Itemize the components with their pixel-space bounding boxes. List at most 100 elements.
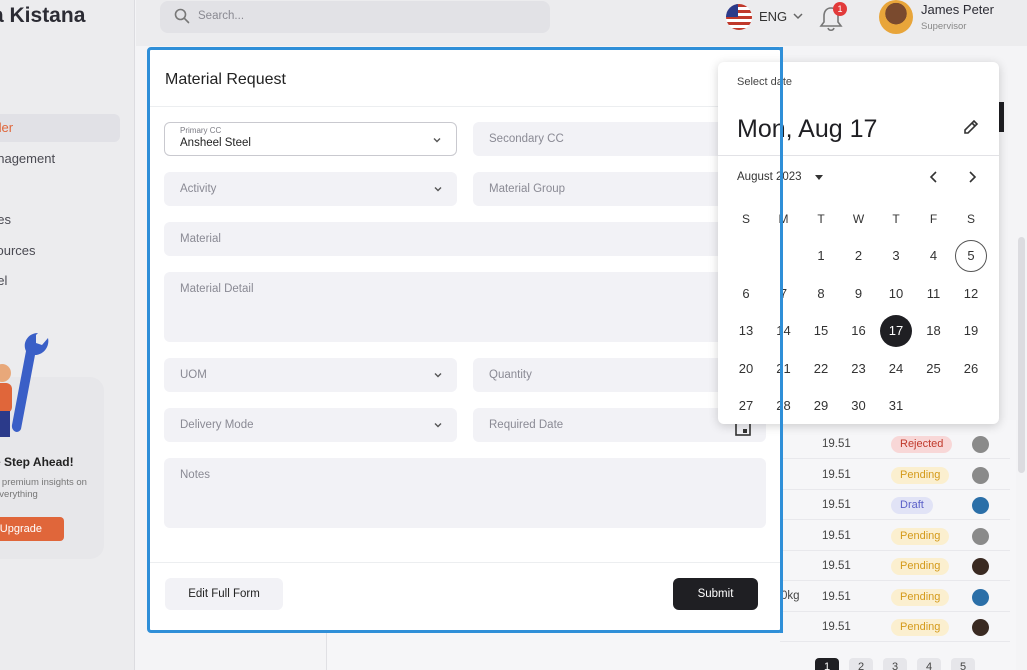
language-selector[interactable]: ENG [759, 9, 787, 24]
calendar-day[interactable]: 20 [730, 353, 762, 385]
status-badge: Pending [891, 588, 950, 606]
calendar-day[interactable]: 3 [880, 240, 912, 272]
sidebar-item-channel[interactable]: nel [0, 267, 7, 295]
table-cell-value: 19.51 [822, 468, 851, 481]
avatar[interactable] [879, 0, 913, 34]
uom-placeholder: UOM [180, 369, 207, 381]
weekday-label: W [852, 212, 865, 226]
calendar-day[interactable]: 9 [843, 278, 875, 310]
calendar-day[interactable]: 26 [955, 353, 987, 385]
pencil-icon[interactable] [962, 118, 980, 136]
table-cell-value: 19.51 [822, 621, 851, 633]
table-row[interactable]: 19.51 Pending [780, 460, 1010, 490]
table-row[interactable]: 19.51 Pending [780, 551, 1010, 581]
primary-cc-value: Ansheel Steel [180, 137, 251, 149]
table-row[interactable]: 19.51 Draft [780, 490, 1010, 520]
month-year-selector[interactable]: August 2023 [737, 171, 802, 183]
date-picker-label: Select date [737, 76, 793, 88]
activity-select[interactable]: Activity [164, 172, 457, 206]
selected-date-display: Mon, Aug 17 [737, 115, 878, 143]
table-cell-value: 19.51 [822, 560, 851, 572]
calendar-day[interactable]: 7 [768, 278, 800, 310]
sidebar-item-resources[interactable]: sources [0, 237, 36, 265]
calendar-day[interactable]: 21 [768, 353, 800, 385]
modal-title: Material Request [165, 71, 286, 88]
sidebar-item-pages[interactable]: ges [0, 206, 11, 234]
calendar-day[interactable]: 25 [918, 353, 950, 385]
calendar-day[interactable]: 14 [768, 315, 800, 347]
table-row[interactable]: 19.51 Pending [780, 612, 1010, 642]
caret-down-icon[interactable] [815, 175, 823, 181]
calendar-day[interactable]: 1 [805, 240, 837, 272]
calendar-day[interactable]: 8 [805, 278, 837, 310]
edit-full-form-button[interactable]: Edit Full Form [165, 578, 283, 610]
sidebar-item-order[interactable]: rder [0, 114, 120, 142]
calendar-day[interactable]: 16 [843, 315, 875, 347]
quantity-placeholder: Quantity [489, 369, 532, 381]
page-button[interactable]: 2 [849, 658, 873, 670]
calendar-day[interactable]: 24 [880, 353, 912, 385]
avatar[interactable] [972, 527, 989, 545]
chevron-down-icon[interactable] [792, 10, 804, 22]
submit-button[interactable]: Submit [673, 578, 758, 610]
brand-name: a Kistana [0, 4, 86, 27]
divider [150, 562, 780, 563]
calendar-day[interactable]: 27 [730, 390, 762, 422]
avatar[interactable] [972, 588, 989, 606]
avatar[interactable] [972, 619, 989, 636]
material-field[interactable]: Material [164, 222, 766, 256]
status-badge: Pending [891, 619, 950, 636]
upgrade-button[interactable]: Upgrade [0, 517, 64, 541]
page-button[interactable]: 1 [815, 658, 839, 670]
avatar[interactable] [972, 466, 989, 484]
sidebar-item-management[interactable]: anagement [0, 145, 55, 173]
calendar-day[interactable]: 15 [805, 315, 837, 347]
calendar-day[interactable]: 18 [918, 315, 950, 347]
calendar-day[interactable]: 22 [805, 353, 837, 385]
avatar[interactable] [972, 558, 989, 575]
delivery-mode-select[interactable]: Delivery Mode [164, 408, 457, 442]
calendar-day[interactable]: 29 [805, 390, 837, 422]
calendar-day[interactable]: 13 [730, 315, 762, 347]
calendar-day[interactable]: 19 [955, 315, 987, 347]
chevron-left-icon[interactable] [926, 169, 942, 185]
chevron-right-icon[interactable] [964, 169, 980, 185]
calendar-day[interactable]: 6 [730, 278, 762, 310]
calendar-day[interactable]: 2 [843, 240, 875, 272]
required-date-placeholder: Required Date [489, 419, 564, 431]
uom-select[interactable]: UOM [164, 358, 457, 392]
wrench-illustration-icon [0, 333, 49, 437]
table-cell-value: 19.51 [822, 499, 851, 511]
calendar-day[interactable]: 10 [880, 278, 912, 310]
date-picker: Select date Mon, Aug 17 August 2023 S M T W… [718, 62, 999, 424]
material-detail-field[interactable]: Material Detail [164, 272, 766, 342]
calendar-day[interactable]: 12 [955, 278, 987, 310]
us-flag-icon[interactable] [726, 4, 752, 30]
promo-title: e Step Ahead! [0, 455, 74, 469]
calendar-day[interactable]: 23 [843, 353, 875, 385]
calendar-day[interactable]: 17 [880, 315, 912, 347]
page-button[interactable]: 5 [951, 658, 975, 670]
notes-field[interactable]: Notes [164, 458, 766, 528]
primary-cc-select[interactable]: Primary CC Ansheel Steel [164, 122, 457, 156]
weekday-label: T [817, 212, 825, 226]
calendar-day[interactable]: 4 [918, 240, 950, 272]
table-row[interactable]: 19.51 Pending [780, 582, 1010, 612]
calendar-day[interactable]: 28 [768, 390, 800, 422]
material-request-modal: Material Request Primary CC Ansheel Stee… [147, 47, 783, 633]
avatar[interactable] [972, 497, 989, 514]
page-button[interactable]: 3 [883, 658, 907, 670]
chevron-down-icon [434, 373, 442, 378]
search-placeholder: Search... [198, 10, 245, 22]
weekday-label: M [778, 212, 789, 226]
page-button[interactable]: 4 [917, 658, 941, 670]
calendar-day[interactable]: 31 [880, 390, 912, 422]
table-cell-value: 19.51 [822, 529, 851, 542]
table-row[interactable]: 19.51 Pending [780, 521, 1010, 551]
calendar-day[interactable]: 30 [843, 390, 875, 422]
calendar-day[interactable]: 11 [918, 278, 950, 310]
scrollbar[interactable] [1018, 237, 1025, 473]
table-row[interactable]: 19.51 Rejected [780, 429, 1010, 459]
calendar-day[interactable]: 5 [955, 240, 987, 272]
avatar[interactable] [972, 436, 989, 453]
